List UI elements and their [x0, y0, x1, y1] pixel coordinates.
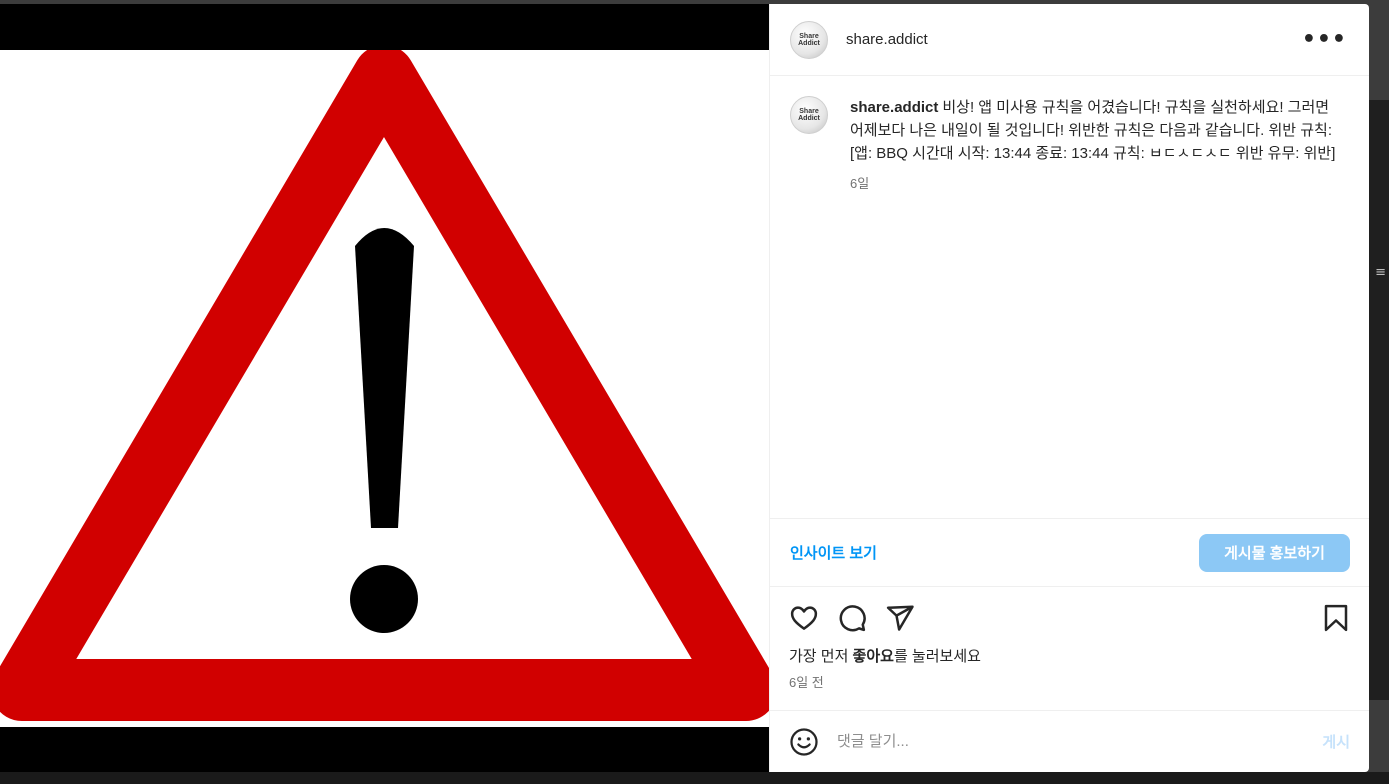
- avatar-logo-line1: Share: [799, 32, 819, 40]
- caption-avatar-logo: Share Addict: [798, 108, 820, 122]
- comment-form: 게시: [770, 710, 1369, 772]
- caption-section: Share Addict share.addict 비상! 앱 미사용 규칙을 어…: [770, 76, 1369, 518]
- background-page-strip: ≡: [1367, 100, 1389, 700]
- likes-prefix: 가장 먼저: [789, 648, 853, 665]
- caption-text: share.addict 비상! 앱 미사용 규칙을 어겼습니다! 규칙을 실천하…: [850, 96, 1347, 165]
- background-page-bottom: [0, 772, 1389, 784]
- heart-icon[interactable]: [789, 603, 819, 633]
- avatar-logo-line2: Addict: [798, 39, 820, 47]
- post-sidebar: Share Addict share.addict ••• Share Addi…: [769, 4, 1369, 772]
- action-icons: [789, 603, 1351, 633]
- comment-input[interactable]: [837, 733, 1323, 750]
- caption-body: share.addict 비상! 앱 미사용 규칙을 어겼습니다! 규칙을 실천하…: [850, 96, 1347, 192]
- warning-triangle-icon: [0, 50, 769, 727]
- smiley-icon[interactable]: [789, 727, 819, 757]
- likes-prompt: 가장 먼저 좋아요를 눌러보세요: [789, 645, 1351, 666]
- post-actions: 가장 먼저 좋아요를 눌러보세요 6일 전: [770, 586, 1369, 710]
- likes-link[interactable]: 좋아요: [853, 648, 894, 665]
- background-menu-icon: ≡: [1375, 265, 1386, 280]
- insight-row: 인사이트 보기 게시물 홍보하기: [770, 518, 1369, 586]
- caption-avatar-logo-line2: Addict: [798, 115, 820, 122]
- promote-post-button[interactable]: 게시물 홍보하기: [1199, 533, 1350, 572]
- avatar-logo: Share Addict: [798, 33, 820, 47]
- exclamation-dot: [350, 565, 418, 633]
- post-header: Share Addict share.addict •••: [770, 4, 1369, 76]
- paper-plane-icon[interactable]: [885, 603, 915, 633]
- post-media: [0, 4, 769, 772]
- likes-suffix: 를 눌러보세요: [893, 648, 981, 665]
- caption-avatar-logo-line1: Share: [799, 108, 819, 115]
- caption-avatar[interactable]: Share Addict: [790, 96, 828, 134]
- post-image[interactable]: [0, 50, 769, 727]
- caption-timestamp[interactable]: 6일: [850, 173, 1347, 192]
- post-age[interactable]: 6일 전: [789, 672, 1351, 691]
- post-modal: Share Addict share.addict ••• Share Addi…: [0, 4, 1369, 772]
- bookmark-icon[interactable]: [1321, 603, 1351, 633]
- more-options-icon[interactable]: •••: [1302, 28, 1347, 50]
- header-username[interactable]: share.addict: [846, 31, 1302, 48]
- avatar[interactable]: Share Addict: [790, 20, 828, 59]
- post-comment-button[interactable]: 게시: [1322, 731, 1350, 752]
- comment-icon[interactable]: [837, 603, 867, 633]
- view-insights-link[interactable]: 인사이트 보기: [790, 542, 877, 563]
- caption-username[interactable]: share.addict: [850, 99, 938, 116]
